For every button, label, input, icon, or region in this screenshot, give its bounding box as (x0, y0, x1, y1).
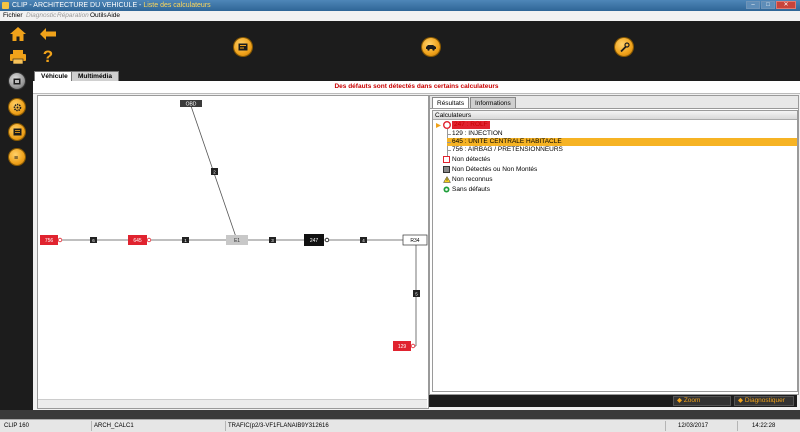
car-icon (426, 45, 436, 51)
print-button[interactable] (6, 47, 30, 67)
home-icon (10, 27, 26, 41)
home-button[interactable] (6, 24, 30, 44)
back-button[interactable] (36, 24, 60, 44)
status-date: 12/03/2017 (666, 421, 738, 431)
status-time: 14:22:28 (752, 423, 776, 429)
ecu-list-button[interactable] (234, 38, 252, 56)
tab-informations[interactable]: Informations (470, 97, 516, 108)
tab-strip: Véhicule Multimédia (33, 69, 800, 81)
tree-item-129-label: 129 : INJECTION (452, 130, 503, 137)
ecu-tree-header: Calculateurs (433, 111, 797, 120)
wrench-icon (619, 41, 630, 52)
close-button[interactable]: ✕ (776, 1, 796, 9)
zoom-label: Zoom (683, 397, 701, 404)
node-obd-label: OBD (186, 102, 197, 108)
tree-root-label: 247 : ROLF (452, 121, 490, 129)
tree-item-756[interactable]: 756 : AIRBAG / PRETENSIONNEURS (447, 146, 797, 154)
maximize-button[interactable]: □ (761, 1, 775, 9)
sidebar-configuration-button[interactable] (9, 99, 25, 115)
diagnose-label: Diagnostiquer (744, 397, 785, 404)
node-r34[interactable]: R34 (402, 234, 428, 246)
vehicle-ecu-icon (13, 78, 21, 84)
ecu-tree: Calculateurs 247 : ROLF 129 : INJECTION … (432, 110, 798, 392)
results-panel: Résultats Informations Calculateurs 247 … (429, 95, 799, 395)
title-bar: CLIP - ARCHITECTURE DU VEHICULE - Liste … (0, 0, 800, 11)
tab-resultats[interactable]: Résultats (432, 97, 470, 108)
bottom-dark-strip (0, 410, 800, 419)
diagram-horizontal-scrollbar[interactable] (38, 399, 427, 408)
status-module: ARCH_CALC1 (92, 421, 226, 431)
node-756-label: 756 (45, 238, 54, 244)
zoom-bullet-icon: ◆ (677, 397, 684, 404)
results-tab-strip: Résultats Informations (430, 96, 798, 109)
warning-triangle-icon (443, 176, 451, 183)
menu-reparation: Réparation (57, 12, 89, 19)
node-129-port (410, 343, 416, 349)
ecu-card-icon (238, 43, 248, 51)
sidebar-vehicle-button[interactable] (9, 73, 25, 89)
node-129[interactable]: 129 (393, 341, 411, 351)
app-icon (2, 2, 9, 9)
help-button[interactable]: ? (36, 47, 60, 67)
node-e1[interactable]: E1 (226, 235, 248, 245)
node-645-label: 645 (133, 238, 142, 244)
node-r34-label: R34 (410, 238, 419, 244)
sidebar-documents-button[interactable] (9, 124, 25, 140)
node-247[interactable]: 247 (304, 234, 324, 246)
svg-text:≡: ≡ (14, 155, 18, 162)
menu-diagnostic: Diagnostic (26, 12, 57, 19)
diagnose-bullet-icon: ◆ (738, 397, 745, 404)
status-version: CLIP 160 (2, 421, 92, 431)
menu-fichier[interactable]: Fichier (3, 12, 23, 20)
tree-item-645-label: 645 : UNITE CENTRALE HABITACLE (452, 138, 562, 145)
window-title: CLIP - ARCHITECTURE DU VEHICULE - Liste … (12, 2, 211, 9)
node-247-port (324, 237, 330, 243)
architecture-diagram: OBD 2 756 6 645 1 E1 3 247 4 R34 5 129 (37, 95, 429, 409)
back-arrow-icon (40, 28, 56, 40)
error-circle-icon (443, 121, 451, 129)
zoom-button[interactable]: ◆ Zoom (673, 396, 731, 406)
tab-multimedia[interactable]: Multimédia (71, 71, 119, 81)
tree-item-129[interactable]: 129 : INJECTION (447, 130, 797, 138)
menu-outils[interactable]: Outils (90, 12, 107, 20)
menu-aide[interactable]: Aide (107, 12, 120, 20)
expand-icon[interactable] (435, 122, 442, 129)
sidebar: ≡ (0, 69, 33, 410)
repair-button[interactable] (615, 38, 633, 56)
node-756[interactable]: 756 (40, 235, 58, 245)
tab-vehicule[interactable]: Véhicule (34, 71, 75, 81)
green-circle-icon (443, 186, 450, 193)
tree-root-row[interactable]: 247 : ROLF (435, 121, 795, 129)
node-129-label: 129 (398, 344, 407, 350)
node-e1-label: E1 (234, 238, 240, 244)
node-645-port (146, 237, 152, 243)
action-bar: ◆ Zoom ◆ Diagnostiquer (429, 395, 797, 407)
node-645[interactable]: 645 (128, 235, 147, 245)
settings-list-icon: ≡ (14, 155, 18, 162)
legend-sans-defauts-label: Sans défauts (452, 186, 490, 193)
legend-non-montes-label: Non Détectés ou Non Montés (452, 166, 538, 173)
documents-icon (13, 128, 21, 136)
tree-item-756-label: 756 : AIRBAG / PRETENSIONNEURS (452, 146, 563, 153)
red-square-icon (443, 156, 450, 163)
diagram-canvas: OBD 2 756 6 645 1 E1 3 247 4 R34 5 129 (40, 100, 428, 351)
diagnose-button[interactable]: ◆ Diagnostiquer (734, 396, 794, 406)
printer-icon (10, 50, 26, 65)
sidebar-tools-button[interactable]: ≡ (9, 149, 25, 165)
vehicle-button[interactable] (422, 38, 440, 56)
status-vehicle: TRAFIC(p2/3-VF1FLANAIB9Y312616 (226, 421, 666, 431)
gear-icon (13, 103, 21, 111)
node-obd[interactable]: OBD (180, 100, 202, 108)
minimize-button[interactable]: – (746, 1, 760, 9)
main-content: Des défauts sont détectés dans certains … (33, 81, 800, 410)
warning-banner: Des défauts sont détectés dans certains … (33, 81, 800, 94)
legend-non-detectes-label: Non détectés (452, 156, 491, 163)
node-247-label: 247 (310, 238, 319, 244)
legend-non-reconnus-label: Non reconnus (452, 176, 493, 183)
status-bar: CLIP 160 ARCH_CALC1 TRAFIC(p2/3-VF1FLANA… (0, 419, 800, 432)
grey-square-icon (443, 166, 450, 173)
toolbar: ? (0, 21, 800, 69)
node-756-port (57, 237, 63, 243)
tree-item-645[interactable]: 645 : UNITE CENTRALE HABITACLE (447, 138, 797, 146)
